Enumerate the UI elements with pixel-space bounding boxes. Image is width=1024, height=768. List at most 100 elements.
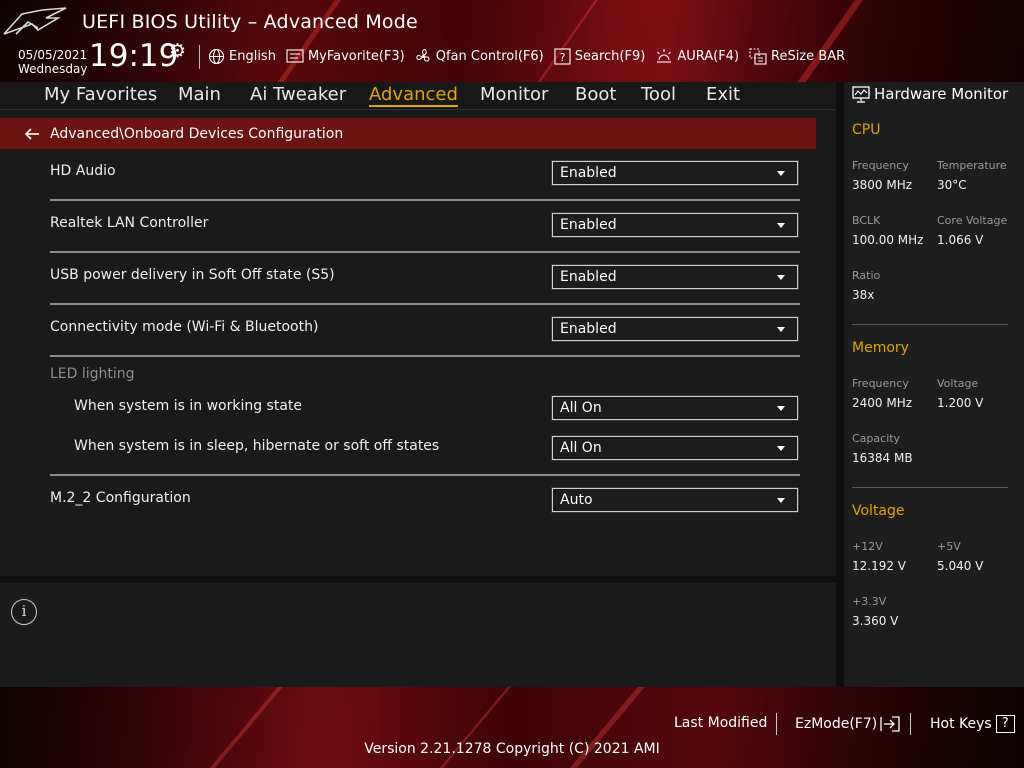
help-key-icon: ? <box>995 715 1015 733</box>
tab-monitor[interactable]: Monitor <box>480 84 548 105</box>
hw-divider <box>852 324 1008 325</box>
chevron-down-icon <box>777 223 785 228</box>
weekday-text: Wednesday <box>18 62 88 76</box>
v12-label: +12V <box>852 540 883 553</box>
hd-audio-select[interactable]: Enabled <box>551 160 799 186</box>
cpu-section-title: CPU <box>852 122 881 138</box>
led-sleep-value: All On <box>560 440 602 456</box>
aura-icon <box>657 49 672 63</box>
m2-config-select[interactable]: Auto <box>551 487 799 513</box>
monitor-icon <box>852 85 870 103</box>
footer-divider <box>776 713 777 735</box>
tab-tool[interactable]: Tool <box>641 84 676 105</box>
last-modified-button[interactable]: Last Modified <box>674 715 767 731</box>
toolbar: English MyFavorite(F3) Qfan Control(F6) … <box>208 45 855 67</box>
cpu-frequency-label: Frequency <box>852 159 909 172</box>
connectivity-value: Enabled <box>560 321 617 337</box>
lan-controller-label: Realtek LAN Controller <box>50 215 209 231</box>
led-sleep-label: When system is in sleep, hibernate or so… <box>74 438 440 454</box>
memory-voltage-label: Voltage <box>937 377 979 390</box>
main-nav: My Favorites Main Ai Tweaker Advanced Mo… <box>0 82 836 110</box>
date-display: 05/05/2021 Wednesday <box>18 48 87 76</box>
breadcrumb: Advanced\Onboard Devices Configuration <box>0 118 816 149</box>
resize-bar-button[interactable]: ReSize BAR <box>749 47 846 65</box>
row-divider <box>50 303 800 305</box>
v12-value: 12.192 V <box>852 559 907 573</box>
info-icon: i <box>11 599 37 625</box>
led-lighting-heading: LED lighting <box>50 366 135 382</box>
globe-icon <box>208 48 225 64</box>
chevron-down-icon <box>777 171 785 176</box>
usb-power-label: USB power delivery in Soft Off state (S5… <box>50 267 335 283</box>
m2-config-value: Auto <box>560 492 593 508</box>
hardware-monitor-header: Hardware Monitor <box>852 85 1008 103</box>
chevron-down-icon <box>777 446 785 451</box>
usb-power-value: Enabled <box>560 269 617 285</box>
memory-section-title: Memory <box>852 340 909 356</box>
memory-capacity-value: 16384 MB <box>852 451 913 465</box>
row-divider <box>50 355 800 357</box>
tab-my-favorites[interactable]: My Favorites <box>44 84 157 105</box>
led-working-select[interactable]: All On <box>551 395 799 421</box>
v33-value: 3.360 V <box>852 614 899 628</box>
last-modified-label: Last Modified <box>674 715 768 731</box>
settings-panel: HD Audio Enabled Realtek LAN Controller … <box>0 149 836 576</box>
hot-keys-button[interactable]: Hot Keys ? <box>930 715 1015 733</box>
exit-to-ezmode-icon <box>880 716 900 732</box>
tab-boot[interactable]: Boot <box>575 84 616 105</box>
cpu-bclk-label: BCLK <box>852 214 881 227</box>
voltage-section-title: Voltage <box>852 503 905 519</box>
hardware-monitor-title: Hardware Monitor <box>874 85 1009 103</box>
aura-label: AURA(F4) <box>677 48 740 64</box>
hw-divider <box>852 487 1008 488</box>
v5-value: 5.040 V <box>937 559 984 573</box>
header-bar: UEFI BIOS Utility – Advanced Mode 05/05/… <box>0 0 1024 82</box>
search-button[interactable]: ? Search(F9) <box>554 47 645 65</box>
lan-controller-select[interactable]: Enabled <box>551 212 799 238</box>
resize-bar-label: ReSize BAR <box>771 48 846 64</box>
gear-icon[interactable]: ⚙ <box>169 40 186 62</box>
led-sleep-select[interactable]: All On <box>551 435 799 461</box>
clock-time: 19:19 <box>89 38 179 74</box>
cpu-temperature-label: Temperature <box>937 159 1007 172</box>
chevron-down-icon <box>777 327 785 332</box>
hardware-monitor-panel: Hardware Monitor CPU Frequency 3800 MHz … <box>844 82 1024 687</box>
connectivity-label: Connectivity mode (Wi-Fi & Bluetooth) <box>50 319 319 335</box>
footer-divider <box>910 713 911 735</box>
led-working-value: All On <box>560 400 602 416</box>
usb-power-select[interactable]: Enabled <box>551 264 799 290</box>
language-button[interactable]: English <box>208 48 276 65</box>
cpu-core-voltage-value: 1.066 V <box>937 233 984 247</box>
tab-advanced[interactable]: Advanced <box>369 84 458 107</box>
ezmode-button[interactable]: EzMode(F7) <box>795 715 901 733</box>
ezmode-label: EzMode(F7) <box>795 716 878 732</box>
lan-controller-value: Enabled <box>560 217 617 233</box>
row-divider <box>50 251 800 253</box>
chevron-down-icon <box>777 275 785 280</box>
tab-ai-tweaker[interactable]: Ai Tweaker <box>250 84 346 105</box>
panel-separator <box>0 576 836 583</box>
memory-frequency-value: 2400 MHz <box>852 396 913 410</box>
aura-button[interactable]: AURA(F4) <box>655 48 739 64</box>
header-streak <box>517 0 606 82</box>
tab-main[interactable]: Main <box>178 84 221 105</box>
cpu-frequency-value: 3800 MHz <box>852 178 913 192</box>
version-text: Version 2.21.1278 Copyright (C) 2021 AMI <box>364 741 660 757</box>
content-top-gap <box>0 110 836 118</box>
connectivity-select[interactable]: Enabled <box>551 316 799 342</box>
myfavorite-button[interactable]: MyFavorite(F3) <box>286 49 405 64</box>
back-arrow-icon[interactable] <box>24 127 40 141</box>
row-divider <box>50 199 800 201</box>
cpu-core-voltage-label: Core Voltage <box>937 214 1008 227</box>
cpu-bclk-value: 100.00 MHz <box>852 233 924 247</box>
cpu-temperature-value: 30°C <box>937 178 967 192</box>
tab-exit[interactable]: Exit <box>706 84 740 105</box>
language-label: English <box>229 48 276 64</box>
qfan-control-label: Qfan Control(F6) <box>435 48 544 64</box>
qfan-control-button[interactable]: Qfan Control(F6) <box>415 48 544 65</box>
memory-capacity-label: Capacity <box>852 432 901 445</box>
svg-text:?: ? <box>559 51 565 64</box>
myfavorite-label: MyFavorite(F3) <box>307 48 405 64</box>
hd-audio-label: HD Audio <box>50 163 116 179</box>
chevron-down-icon <box>777 406 785 411</box>
